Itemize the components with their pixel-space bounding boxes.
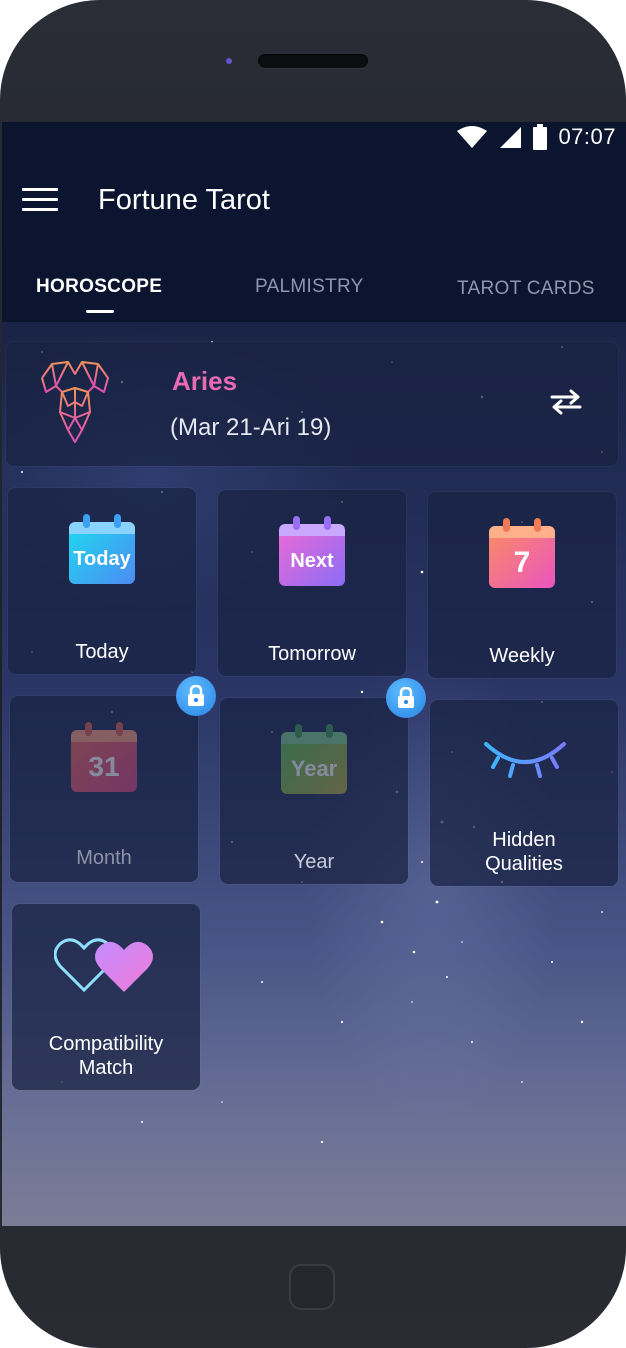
signal-icon xyxy=(500,127,522,148)
app-bar: 07:07 Fortune Tarot HOROSCOPE PALMISTRY … xyxy=(2,122,626,322)
phone-frame: 07:07 Fortune Tarot HOROSCOPE PALMISTRY … xyxy=(0,0,626,1348)
tile-label-line1: Hidden xyxy=(492,829,556,851)
status-bar: 07:07 xyxy=(456,124,616,150)
earpiece-speaker xyxy=(258,54,368,68)
sign-dates: (Mar 21-Ari 19) xyxy=(170,414,332,441)
tile-label-line2: Qualities xyxy=(485,853,563,875)
calendar-badge: Today xyxy=(69,534,135,584)
calendar-next-icon: Next xyxy=(279,516,345,586)
tile-label-line2: Match xyxy=(78,1057,134,1079)
swap-arrows-icon[interactable] xyxy=(548,388,584,416)
tab-palmistry[interactable]: PALMISTRY xyxy=(255,276,364,298)
active-tab-indicator xyxy=(86,310,114,313)
tile-weekly[interactable]: 7 Weekly xyxy=(428,492,616,678)
tile-label: Today xyxy=(75,641,129,663)
tile-label: Year xyxy=(293,851,335,873)
lock-icon xyxy=(176,676,216,716)
tile-label: Month xyxy=(76,847,132,869)
tile-year[interactable]: Year Year xyxy=(220,698,408,884)
zodiac-sign-card[interactable]: Aries (Mar 21-Ari 19) xyxy=(6,342,618,466)
calendar-week-icon: 7 xyxy=(489,518,555,588)
tile-label-line1: Compatibility xyxy=(48,1033,164,1055)
app-screen: 07:07 Fortune Tarot HOROSCOPE PALMISTRY … xyxy=(2,122,626,1226)
closed-eye-icon xyxy=(484,742,566,778)
calendar-badge: Year xyxy=(281,744,347,794)
calendar-year-icon: Year xyxy=(281,724,347,794)
tile-label: Weekly xyxy=(489,645,555,667)
tile-hidden-qualities[interactable]: Hidden Qualities xyxy=(430,700,618,886)
tab-bar: HOROSCOPE PALMISTRY TAROT CARDS xyxy=(2,272,626,320)
calendar-month-icon: 31 xyxy=(71,722,137,792)
status-time: 07:07 xyxy=(558,124,616,149)
tile-label: Tomorrow xyxy=(268,643,356,665)
tab-horoscope[interactable]: HOROSCOPE xyxy=(36,276,162,298)
app-title: Fortune Tarot xyxy=(98,184,270,216)
sign-name: Aries xyxy=(172,366,238,396)
calendar-today-icon: Today xyxy=(69,514,135,584)
tile-today[interactable]: Today Today xyxy=(8,488,196,674)
battery-icon xyxy=(533,124,548,150)
hearts-icon xyxy=(54,938,153,993)
aries-ram-icon xyxy=(41,361,109,443)
hamburger-menu-icon[interactable] xyxy=(22,188,58,218)
wifi-icon xyxy=(457,126,488,148)
front-camera xyxy=(226,58,232,64)
home-button[interactable] xyxy=(289,1264,335,1310)
lock-icon xyxy=(386,678,426,718)
calendar-badge: Next xyxy=(279,536,345,586)
calendar-badge: 31 xyxy=(71,742,137,792)
calendar-badge: 7 xyxy=(489,538,555,588)
tile-month[interactable]: 31 Month xyxy=(10,696,198,882)
tile-tomorrow[interactable]: Next Tomorrow xyxy=(218,490,406,676)
tile-compatibility-match[interactable]: Compatibility Match xyxy=(12,904,200,1090)
tab-tarot-cards[interactable]: TAROT CARDS xyxy=(457,278,595,300)
